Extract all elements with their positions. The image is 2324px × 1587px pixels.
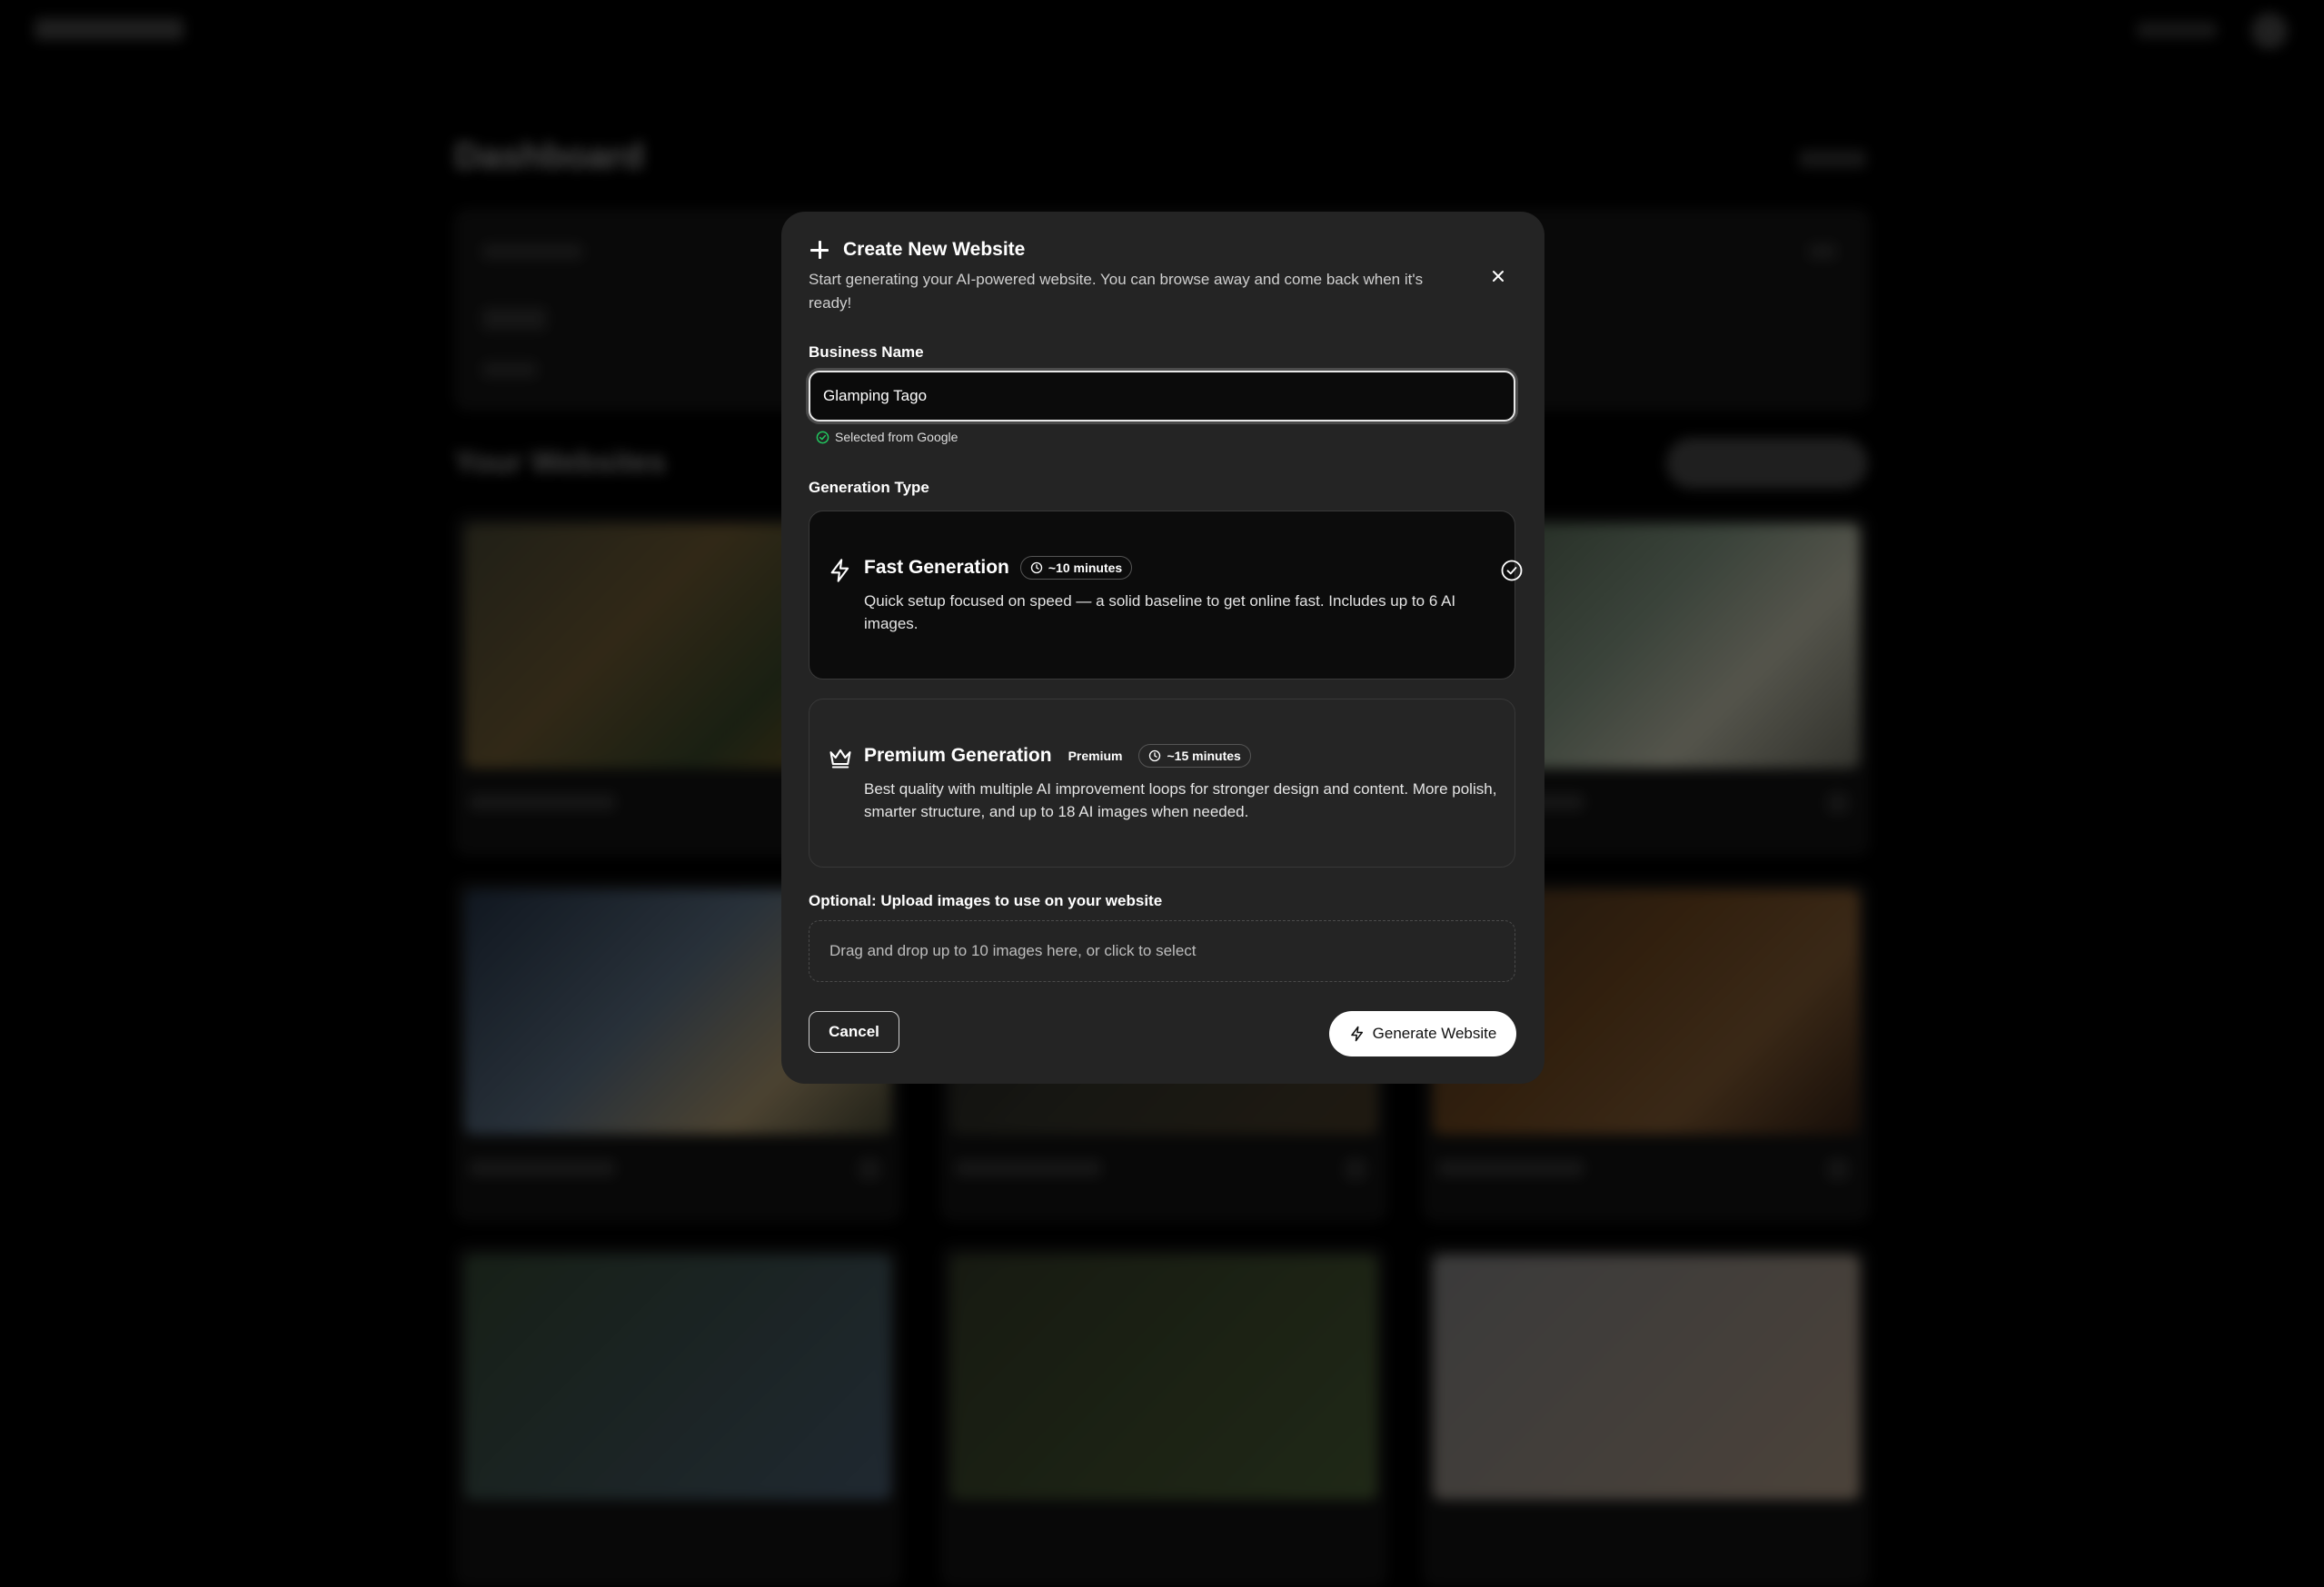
fast-eta-badge: ~10 minutes (1019, 556, 1133, 580)
business-name-field-wrapper (809, 371, 1515, 422)
business-name-input[interactable] (810, 372, 1514, 420)
upload-label: Optional: Upload images to use on your w… (809, 892, 1163, 909)
clock-icon (1149, 749, 1161, 762)
header-action (1799, 150, 1866, 168)
avatar (2251, 13, 2288, 49)
generation-type-label: Generation Type (809, 479, 929, 496)
selected-from-google-note: Selected from Google (816, 430, 958, 444)
generate-website-button[interactable]: Generate Website (1329, 1011, 1516, 1056)
plus-icon (809, 239, 830, 261)
premium-generation-option[interactable]: Premium Generation Premium ~15 minutes B… (809, 699, 1515, 868)
section-title: Your Websites (454, 445, 667, 480)
website-card (1423, 1245, 1870, 1587)
selected-check-icon (1501, 560, 1523, 581)
clock-icon (1030, 561, 1043, 574)
premium-generation-description: Best quality with multiple AI improvemen… (864, 780, 1497, 820)
new-website-button (1666, 438, 1868, 489)
image-upload-dropzone[interactable]: Drag and drop up to 10 images here, or c… (809, 920, 1515, 982)
dialog-header: Create New Website (809, 239, 1025, 261)
premium-eta-badge: ~15 minutes (1138, 744, 1251, 768)
fast-generation-title: Fast Generation (864, 557, 1009, 578)
premium-badge: Premium (1068, 749, 1123, 763)
crown-icon (829, 749, 851, 769)
generate-website-label: Generate Website (1372, 1025, 1497, 1042)
fast-generation-option[interactable]: Fast Generation ~10 minutes Quick setup … (809, 511, 1523, 679)
zap-icon (1350, 1026, 1363, 1042)
account-link (2137, 22, 2217, 38)
fast-eta-text: ~10 minutes (1048, 560, 1123, 575)
create-website-dialog: Create New Website Start generating your… (781, 212, 1544, 1084)
dropzone-text: Drag and drop up to 10 images here, or c… (829, 942, 1197, 959)
dialog-subtitle: Start generating your AI-powered website… (809, 271, 1424, 312)
business-name-label: Business Name (809, 343, 924, 361)
cancel-button[interactable]: Cancel (809, 1011, 899, 1053)
fast-generation-description: Quick setup focused on speed — a solid b… (864, 592, 1456, 632)
fast-generation-title-row: Fast Generation ~10 minutes (864, 556, 1133, 580)
dialog-title: Create New Website (843, 239, 1026, 260)
page-title: Dashboard (454, 136, 644, 176)
check-circle-icon (816, 431, 829, 443)
zap-icon (830, 559, 849, 582)
premium-generation-title: Premium Generation (864, 745, 1052, 766)
premium-eta-text: ~15 minutes (1167, 749, 1241, 763)
website-card (940, 1245, 1387, 1587)
website-card (454, 1245, 901, 1587)
close-icon[interactable] (1486, 264, 1510, 288)
app-logo (35, 18, 184, 40)
premium-generation-title-row: Premium Generation Premium ~15 minutes (864, 744, 1251, 768)
selected-from-google-text: Selected from Google (835, 430, 958, 444)
